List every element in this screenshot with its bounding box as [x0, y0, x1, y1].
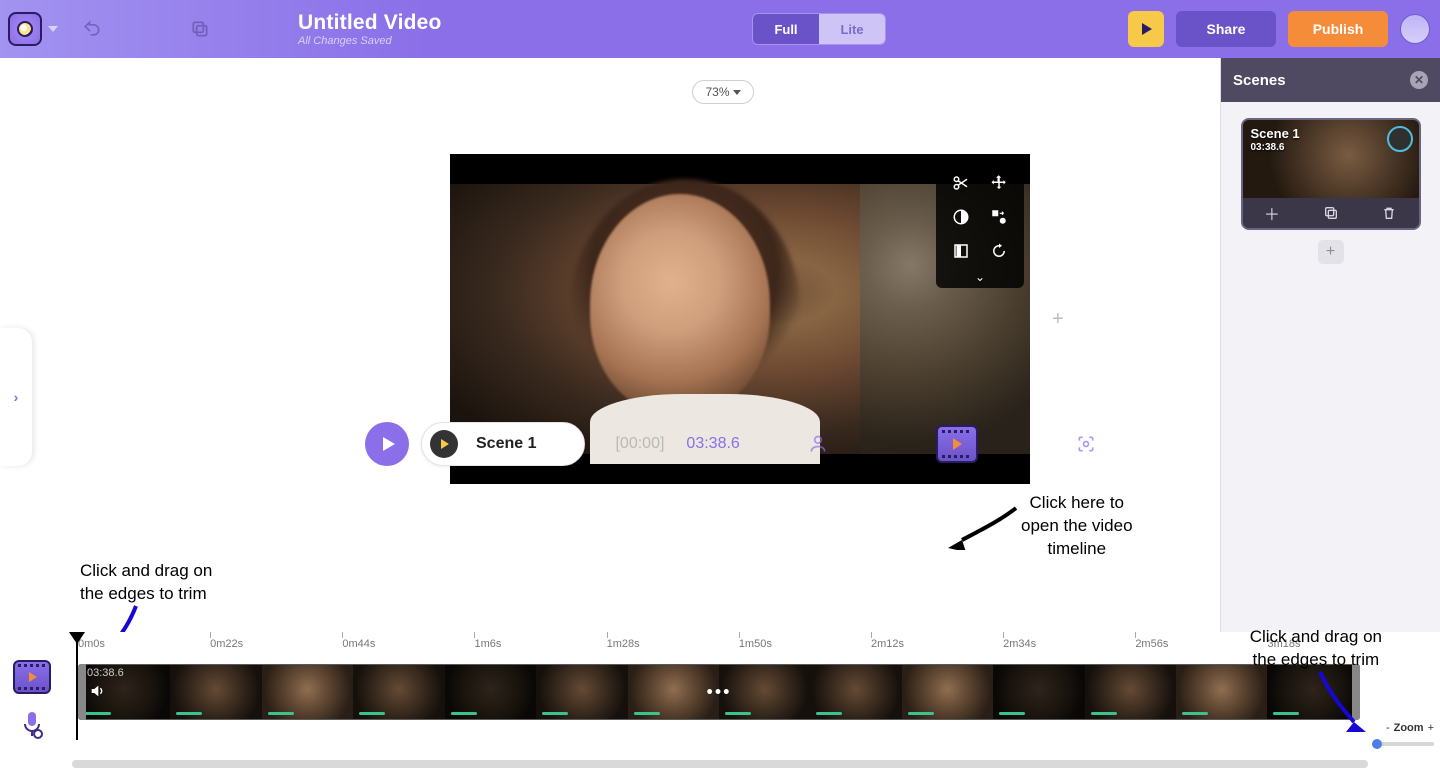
chevron-right-icon: ›	[14, 389, 19, 405]
helper-avatar-icon[interactable]	[1400, 14, 1430, 44]
scene-card-time: 03:38.6	[1251, 142, 1300, 155]
time-total: 03:38.6	[686, 435, 739, 453]
copy-icon[interactable]	[190, 19, 210, 39]
trim-handle-left[interactable]	[78, 664, 86, 720]
annotation-trim-left: Click and drag on the edges to trim	[80, 560, 212, 606]
ruler-tick: 2m12s	[871, 638, 904, 650]
ruler-tick: 1m50s	[739, 638, 772, 650]
scene-card-title: Scene 1	[1251, 126, 1300, 141]
ruler-tick: 1m28s	[607, 638, 640, 650]
focus-icon[interactable]	[1076, 434, 1096, 454]
playback-controls: Scene 1 [00:00] 03:38.6	[0, 414, 1210, 474]
ruler-tick: 0m22s	[210, 638, 243, 650]
ruler-tick: 1m6s	[474, 638, 501, 650]
annotation-open-timeline: Click here to open the video timeline	[1021, 492, 1133, 561]
scene-selector[interactable]: Scene 1	[421, 422, 585, 466]
clip-duration-badge: 03:38.6	[87, 667, 124, 679]
video-timeline-button[interactable]	[936, 425, 978, 463]
video-title[interactable]: Untitled Video	[298, 11, 442, 35]
element-tool-panel: ⌄	[936, 160, 1024, 288]
scene-play-button[interactable]	[422, 422, 466, 466]
trim-handle-right[interactable]	[1352, 664, 1360, 720]
time-current: [00:00]	[615, 435, 664, 453]
scene-card[interactable]: Scene 1 03:38.6 ＋	[1241, 118, 1421, 230]
scenes-panel: Scenes ✕ Scene 1 03:38.6 ＋ +	[1220, 58, 1440, 632]
scene-label: Scene 1	[466, 435, 584, 453]
timeline-scrollbar[interactable]	[72, 760, 1368, 768]
mode-lite[interactable]: Lite	[819, 14, 885, 44]
undo-icon[interactable]	[82, 19, 102, 39]
save-status: All Changes Saved	[298, 35, 442, 47]
add-inside-scene-icon[interactable]: ＋	[1264, 201, 1280, 225]
ruler-tick: 0m0s	[78, 638, 105, 650]
publish-button[interactable]: Publish	[1288, 11, 1388, 47]
delete-scene-icon[interactable]	[1381, 205, 1397, 221]
clip-more-icon[interactable]: •••	[707, 682, 732, 703]
preview-play-button[interactable]	[1128, 11, 1164, 47]
annotation-trim-right: Click and drag on the edges to trim	[1250, 626, 1382, 672]
timeline-clip[interactable]: 03:38.6 •••	[78, 664, 1360, 720]
logo-menu-caret[interactable]	[48, 26, 58, 32]
expand-tools-icon[interactable]: ⌄	[975, 270, 985, 284]
scenes-panel-title: Scenes	[1233, 72, 1286, 89]
timeline-zoom-control[interactable]: - Zoom +	[1386, 722, 1434, 734]
crop-icon[interactable]	[951, 241, 971, 261]
character-icon[interactable]	[808, 433, 828, 455]
timeline-zoom-slider[interactable]	[1372, 742, 1434, 746]
adjust-icon[interactable]	[951, 207, 971, 227]
volume-icon[interactable]	[89, 683, 105, 699]
zoom-minus[interactable]: -	[1386, 722, 1390, 734]
editor-mode-toggle[interactable]: Full Lite	[752, 13, 886, 45]
close-panel-button[interactable]: ✕	[1410, 71, 1428, 89]
duplicate-scene-icon[interactable]	[1323, 205, 1339, 221]
mode-full[interactable]: Full	[753, 14, 819, 44]
caret-down-icon	[733, 90, 741, 95]
add-element-button[interactable]: +	[1052, 308, 1064, 331]
add-scene-button[interactable]: +	[1318, 240, 1344, 264]
canvas-zoom-value: 73%	[705, 85, 729, 99]
microphone-icon[interactable]	[20, 710, 44, 740]
ruler-tick: 2m56s	[1135, 638, 1168, 650]
zoom-label: Zoom	[1394, 722, 1424, 734]
app-logo[interactable]	[8, 12, 42, 46]
zoom-plus[interactable]: +	[1428, 722, 1434, 734]
move-icon[interactable]	[989, 173, 1009, 193]
rotate-icon[interactable]	[989, 241, 1009, 261]
timeline: 0m0s 0m22s 0m44s 1m6s 1m28s 1m50s 2m12s 2m34s 2m…	[0, 632, 1440, 772]
play-all-button[interactable]	[365, 422, 409, 466]
timeline-ruler[interactable]: 0m0s 0m22s 0m44s 1m6s 1m28s 1m50s 2m12s 2m34s 2m…	[78, 638, 1360, 658]
canvas-zoom-select[interactable]: 73%	[692, 80, 754, 104]
annotation-arrow-timeline	[946, 502, 1020, 550]
ruler-tick: 0m44s	[342, 638, 375, 650]
replace-icon[interactable]	[989, 207, 1009, 227]
ruler-tick: 2m34s	[1003, 638, 1036, 650]
share-button[interactable]: Share	[1176, 11, 1276, 47]
cut-icon[interactable]	[951, 173, 971, 193]
timeline-video-track-icon[interactable]	[13, 660, 51, 694]
